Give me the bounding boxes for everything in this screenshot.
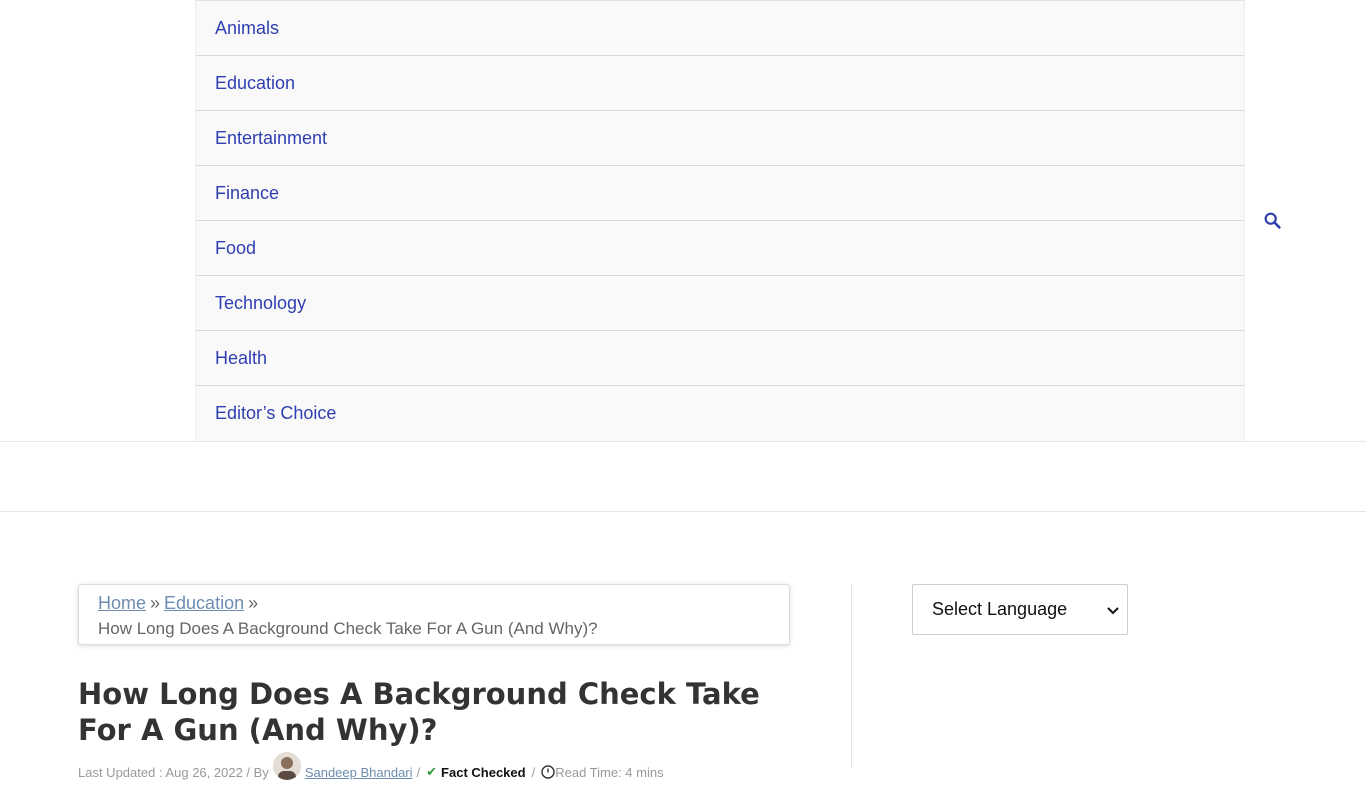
breadcrumb-current: How Long Does A Background Check Take Fo… xyxy=(98,619,598,638)
nav-item-food[interactable]: Food xyxy=(196,221,1244,276)
author-link[interactable]: Sandeep Bhandari xyxy=(305,765,413,780)
language-select-label: Select Language xyxy=(932,599,1068,619)
fact-checked-label: Fact Checked xyxy=(441,764,526,780)
last-updated-text: Last Updated : Aug 26, 2022 / By xyxy=(78,764,269,780)
read-time-text: Read Time: 4 mins xyxy=(555,764,664,780)
nav-item-health[interactable]: Health xyxy=(196,331,1244,386)
nav-item-entertainment[interactable]: Entertainment xyxy=(196,111,1244,166)
article-meta: Last Updated : Aug 26, 2022 / By Sandeep… xyxy=(78,752,664,786)
breadcrumb: Home» Education» How Long Does A Backgrou… xyxy=(78,584,790,645)
header-divider xyxy=(0,441,1366,442)
breadcrumb-separator: » xyxy=(248,593,259,613)
meta-separator: / xyxy=(531,764,536,780)
clock-icon xyxy=(541,765,555,779)
author-avatar[interactable] xyxy=(272,752,301,780)
nav-item-animals[interactable]: Animals xyxy=(196,1,1244,56)
main-navigation-menu: Animals Education Entertainment Finance … xyxy=(195,0,1245,441)
content-divider xyxy=(0,511,1366,512)
column-divider xyxy=(851,584,852,768)
nav-item-technology[interactable]: Technology xyxy=(196,276,1244,331)
language-select[interactable]: Select Language xyxy=(912,584,1128,635)
article-title: How Long Does A Background Check Take Fo… xyxy=(78,677,760,747)
breadcrumb-separator: » xyxy=(150,593,161,613)
check-icon: ✔ xyxy=(426,764,438,779)
chevron-down-icon xyxy=(1107,599,1119,620)
nav-item-education[interactable]: Education xyxy=(196,56,1244,111)
meta-separator: / xyxy=(416,764,421,780)
nav-item-editors-choice[interactable]: Editor’s Choice xyxy=(196,386,1244,441)
nav-item-finance[interactable]: Finance xyxy=(196,166,1244,221)
search-icon[interactable] xyxy=(1262,210,1284,232)
breadcrumb-home-link[interactable]: Home xyxy=(98,593,146,613)
breadcrumb-education-link[interactable]: Education xyxy=(164,593,244,613)
